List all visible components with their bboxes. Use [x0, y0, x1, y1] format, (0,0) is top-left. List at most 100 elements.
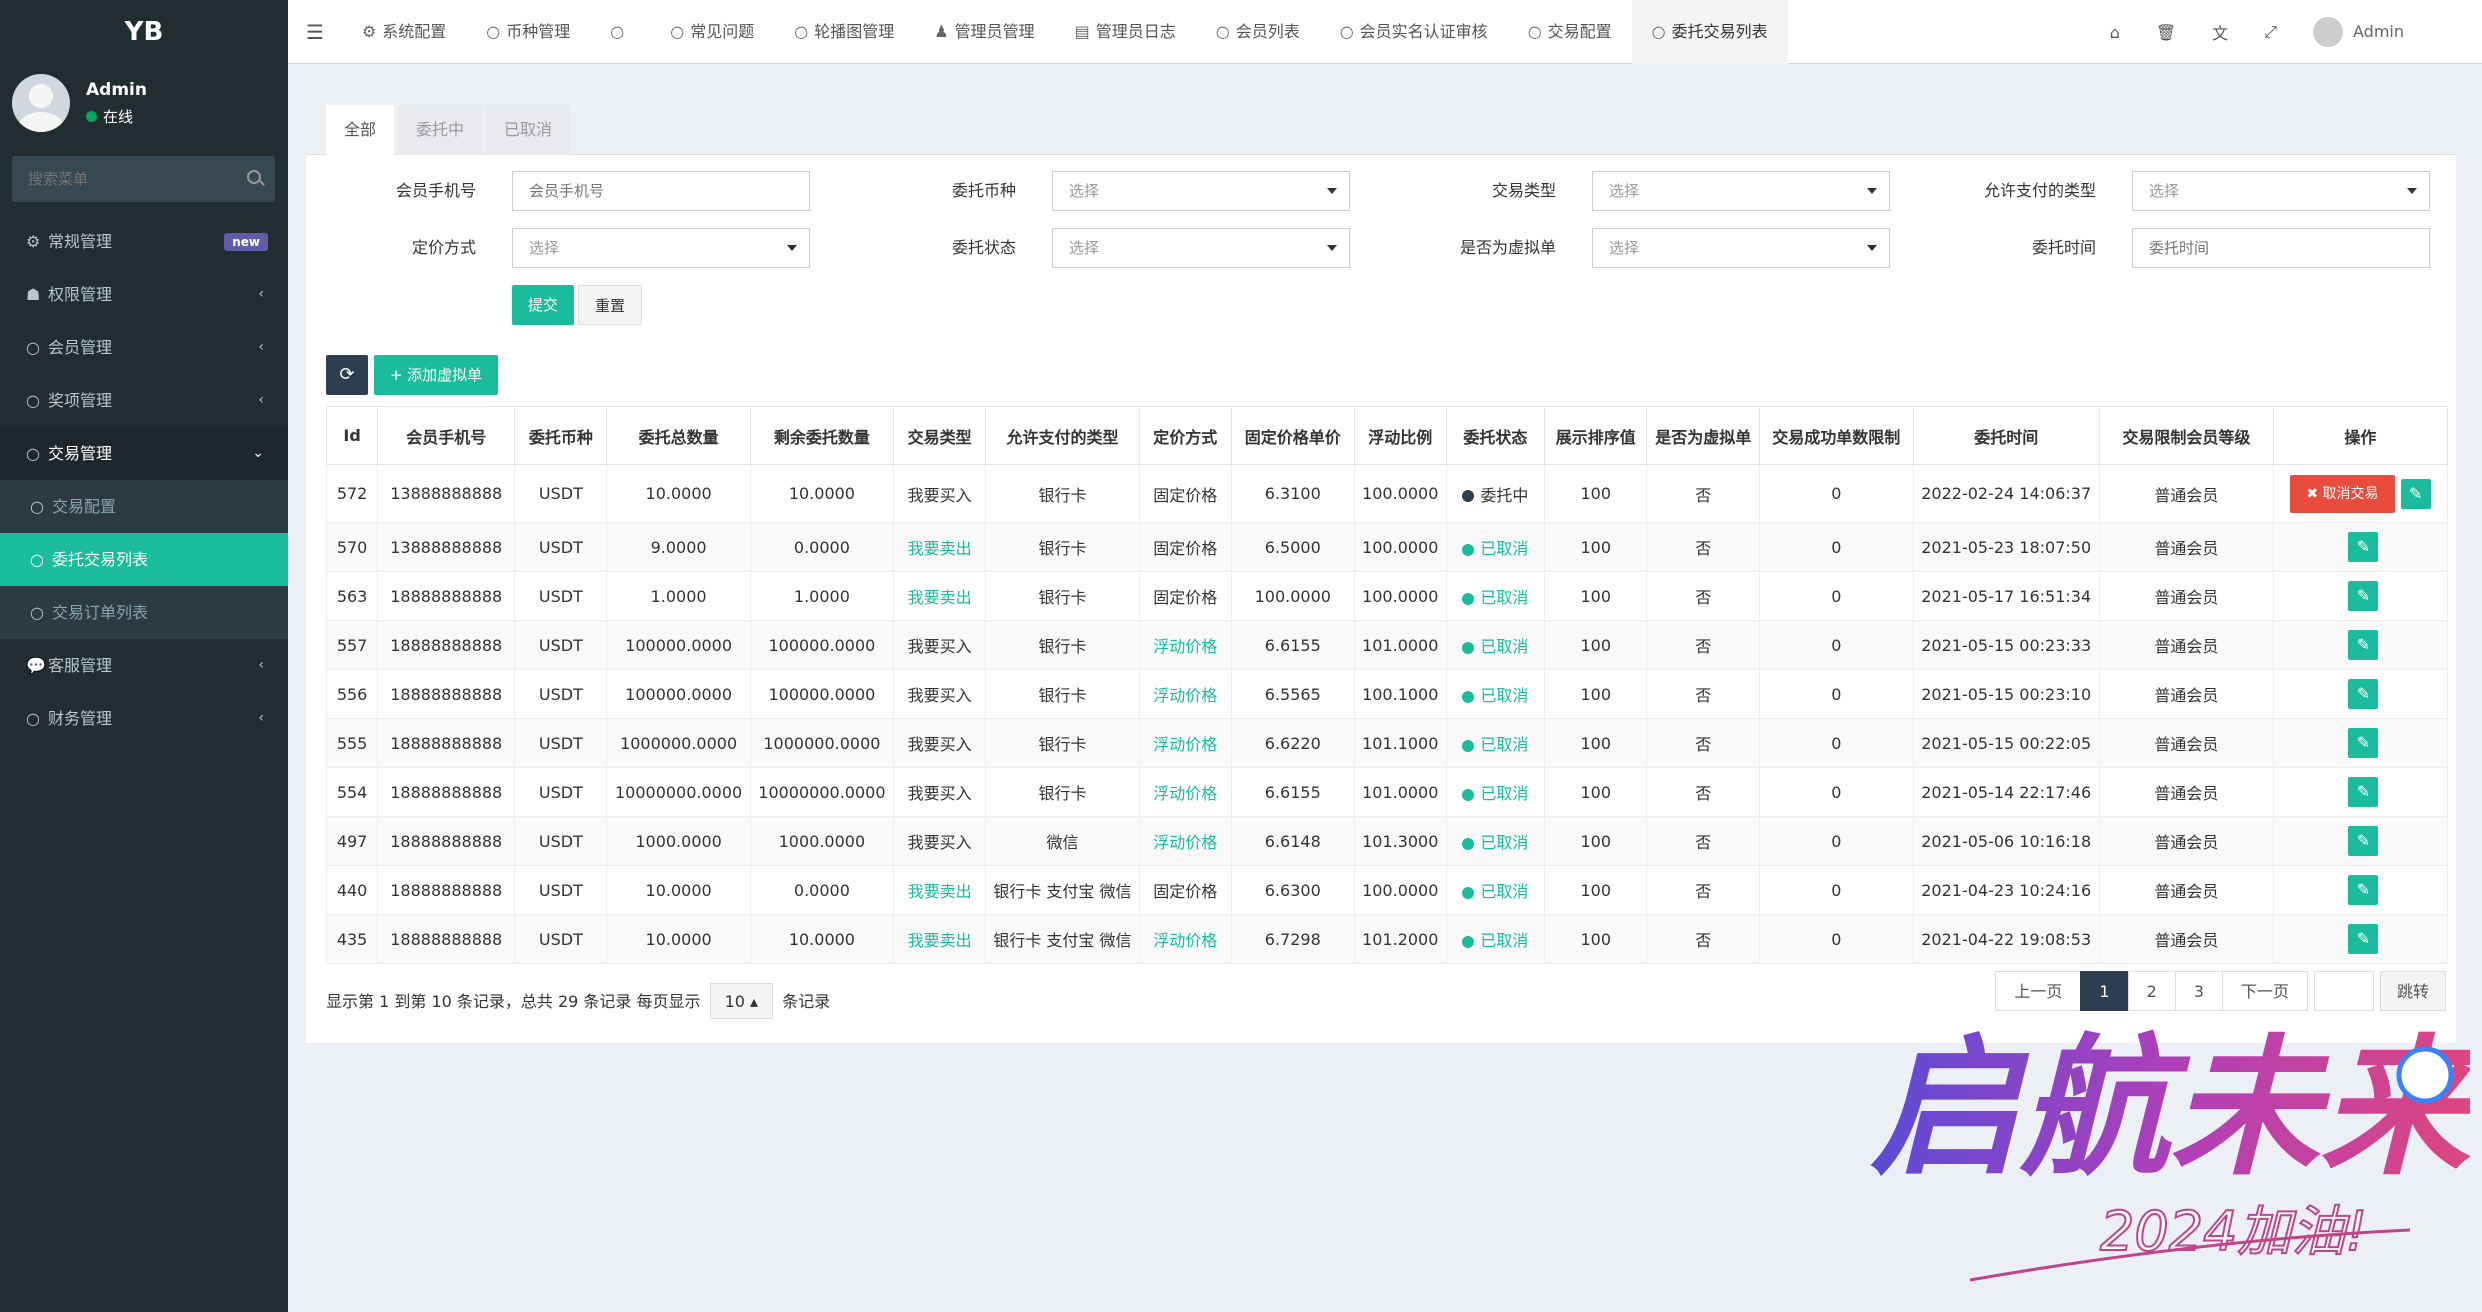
column-header[interactable]: 委托时间: [1912, 406, 2100, 465]
edit-icon[interactable]: ✎: [2348, 875, 2379, 905]
sidebar-item-general[interactable]: ⚙ 常规管理 new: [0, 215, 288, 268]
tab-blank[interactable]: ○: [590, 0, 650, 64]
table-row[interactable]: 440 18888888888 USDT 10.0000 0.0000 我要卖出 银行卡 支…: [325, 865, 2449, 915]
tab-admin-log[interactable]: ▤ 管理员日志: [1055, 0, 1196, 64]
sidebar-item-permissions[interactable]: ☗ 权限管理 ‹: [0, 268, 288, 321]
currency-select[interactable]: 选择: [1052, 171, 1350, 211]
table-row[interactable]: 435 18888888888 USDT 10.0000 10.0000 我要卖出 银行卡 …: [325, 914, 2449, 964]
sidebar-item-finance[interactable]: ○ 财务管理 ‹: [0, 692, 288, 745]
refresh-icon[interactable]: ⟳: [326, 355, 368, 395]
edit-icon[interactable]: ✎: [2348, 728, 2379, 758]
submit-button[interactable]: 提交: [512, 285, 575, 325]
sidebar-item-members[interactable]: ○ 会员管理 ‹: [0, 321, 288, 374]
circle-icon: ○: [26, 391, 40, 410]
entrust-table: Id 会员手机号 委托币种 委托总数量 剩余委托数量 交易类型 允许支付的类型 定价方式 固定价…: [325, 406, 2449, 964]
column-header[interactable]: 展示排序值: [1544, 406, 1648, 465]
edit-icon[interactable]: ✎: [2348, 532, 2379, 562]
logo[interactable]: YB: [0, 0, 288, 64]
column-header[interactable]: 剩余委托数量: [749, 406, 895, 465]
table-row[interactable]: 557 18888888888 USDT 100000.0000 100000.0000…: [325, 620, 2449, 670]
tab-entrusting[interactable]: 委托中: [398, 105, 483, 155]
home-icon[interactable]: ⌂: [2092, 23, 2138, 42]
user-status-label: 在线: [103, 108, 134, 126]
column-header[interactable]: 委托总数量: [606, 406, 751, 465]
cancel-trade-button[interactable]: ✖ 取消交易: [2290, 474, 2395, 513]
sidebar-search-input[interactable]: [12, 156, 232, 202]
sidebar-item-entrust-list[interactable]: ○ 委托交易列表: [0, 533, 288, 586]
table-row[interactable]: 563 18888888888 USDT 1.0000 1.0000 我要卖出 银行卡 固定价…: [325, 571, 2449, 621]
pay-type-select[interactable]: 选择: [2132, 171, 2430, 211]
table-cell: 0: [1759, 464, 1914, 523]
column-header[interactable]: 交易类型: [893, 406, 987, 465]
avatar: [2313, 17, 2343, 47]
language-icon[interactable]: 文: [2194, 20, 2246, 44]
tab-entrust-list[interactable]: ○ 委托交易列表: [1631, 0, 1788, 64]
tab-label: 币种管理: [506, 22, 571, 41]
tab-admin[interactable]: ♟ 管理员管理: [914, 0, 1054, 64]
sidebar-search[interactable]: [12, 156, 275, 202]
tab-cancelled[interactable]: 已取消: [486, 105, 571, 155]
sidebar-item-support[interactable]: 💬 客服管理 ‹: [0, 639, 288, 692]
table-cell: 100.0000: [1230, 571, 1355, 621]
column-header[interactable]: 交易成功单数限制: [1759, 406, 1914, 465]
tab-currency[interactable]: ○ 币种管理: [466, 0, 590, 64]
tab-system-config[interactable]: ⚙ 系统配置: [342, 0, 466, 64]
table-cell: 18888888888: [377, 571, 516, 621]
table-cell: 18888888888: [377, 914, 516, 964]
tab-faq[interactable]: ○ 常见问题: [650, 0, 774, 64]
tab-carousel[interactable]: ○ 轮播图管理: [774, 0, 914, 64]
sidebar-item-trade-config[interactable]: ○ 交易配置: [0, 480, 288, 533]
edit-icon[interactable]: ✎: [2400, 478, 2431, 509]
column-header[interactable]: 委托币种: [514, 406, 608, 465]
column-header[interactable]: 固定价格单价: [1230, 406, 1355, 465]
tab-label: 会员实名认证审核: [1359, 22, 1488, 41]
time-input[interactable]: [2132, 228, 2430, 268]
add-virtual-button[interactable]: + 添加虚拟单: [374, 355, 498, 395]
table-cell: 银行卡: [985, 767, 1140, 817]
column-header[interactable]: 允许支付的类型: [985, 406, 1140, 465]
menu-toggle-icon[interactable]: ☰: [288, 0, 342, 64]
edit-icon[interactable]: ✎: [2348, 679, 2379, 709]
column-header[interactable]: 操作: [2272, 406, 2449, 465]
edit-icon[interactable]: ✎: [2348, 777, 2379, 807]
status-select[interactable]: 选择: [1052, 228, 1350, 268]
sidebar-item-awards[interactable]: ○ 奖项管理 ‹: [0, 374, 288, 427]
edit-icon[interactable]: ✎: [2348, 924, 2379, 954]
table-row[interactable]: 497 18888888888 USDT 1000.0000 1000.0000 我要买入…: [325, 816, 2449, 866]
table-row[interactable]: 572 13888888888 USDT 10.0000 10.0000 我要买入 银行卡固…: [325, 464, 2449, 523]
table-row[interactable]: 555 18888888888 USDT 1000000.0000 1000000.00…: [325, 718, 2449, 768]
trash-icon[interactable]: 🗑: [2138, 23, 2194, 42]
edit-icon[interactable]: ✎: [2348, 581, 2379, 611]
table-row[interactable]: 556 18888888888 USDT 100000.0000 100000.0000…: [325, 669, 2449, 719]
sidebar-item-trading[interactable]: ○ 交易管理 ⌄: [0, 427, 288, 480]
tab-member-list[interactable]: ○ 会员列表: [1196, 0, 1320, 64]
pricing-select[interactable]: 选择: [512, 228, 810, 268]
search-icon[interactable]: [247, 170, 261, 184]
tab-all[interactable]: 全部: [326, 105, 395, 155]
column-header[interactable]: 是否为虚拟单: [1646, 406, 1761, 465]
reset-button[interactable]: 重置: [578, 285, 643, 325]
column-header[interactable]: 定价方式: [1138, 406, 1232, 465]
sidebar-item-order-list[interactable]: ○ 交易订单列表: [0, 586, 288, 639]
edit-icon[interactable]: ✎: [2348, 630, 2379, 660]
tab-kyc[interactable]: ○ 会员实名认证审核: [1320, 0, 1508, 64]
column-header[interactable]: Id: [325, 406, 379, 465]
column-header[interactable]: 委托状态: [1445, 406, 1546, 465]
column-header[interactable]: 交易限制会员等级: [2098, 406, 2274, 465]
column-header[interactable]: 浮动比例: [1353, 406, 1447, 465]
phone-input[interactable]: [512, 171, 810, 211]
table-row[interactable]: 554 18888888888 USDT 10000000.0000 10000000.…: [325, 767, 2449, 817]
virtual-select[interactable]: 选择: [1592, 228, 1890, 268]
table-cell: 2022-02-24 14:06:37: [1912, 464, 2100, 523]
fullscreen-icon[interactable]: ⤢: [2246, 22, 2295, 42]
table-cell: 已取消: [1445, 669, 1546, 719]
sidebar-submenu-trading: ○ 交易配置 ○ 委托交易列表 ○ 交易订单列表: [0, 480, 288, 639]
column-header[interactable]: 会员手机号: [377, 406, 516, 465]
admin-menu[interactable]: Admin: [2295, 17, 2482, 47]
trade-type-select[interactable]: 选择: [1592, 171, 1890, 211]
edit-icon[interactable]: ✎: [2348, 826, 2379, 856]
per-page-select[interactable]: 10 ▴: [709, 983, 774, 1019]
table-cell: 440: [325, 865, 379, 915]
tab-trade-config[interactable]: ○ 交易配置: [1508, 0, 1632, 64]
table-row[interactable]: 570 13888888888 USDT 9.0000 0.0000 我要卖出 银行卡 固定价…: [325, 522, 2449, 572]
